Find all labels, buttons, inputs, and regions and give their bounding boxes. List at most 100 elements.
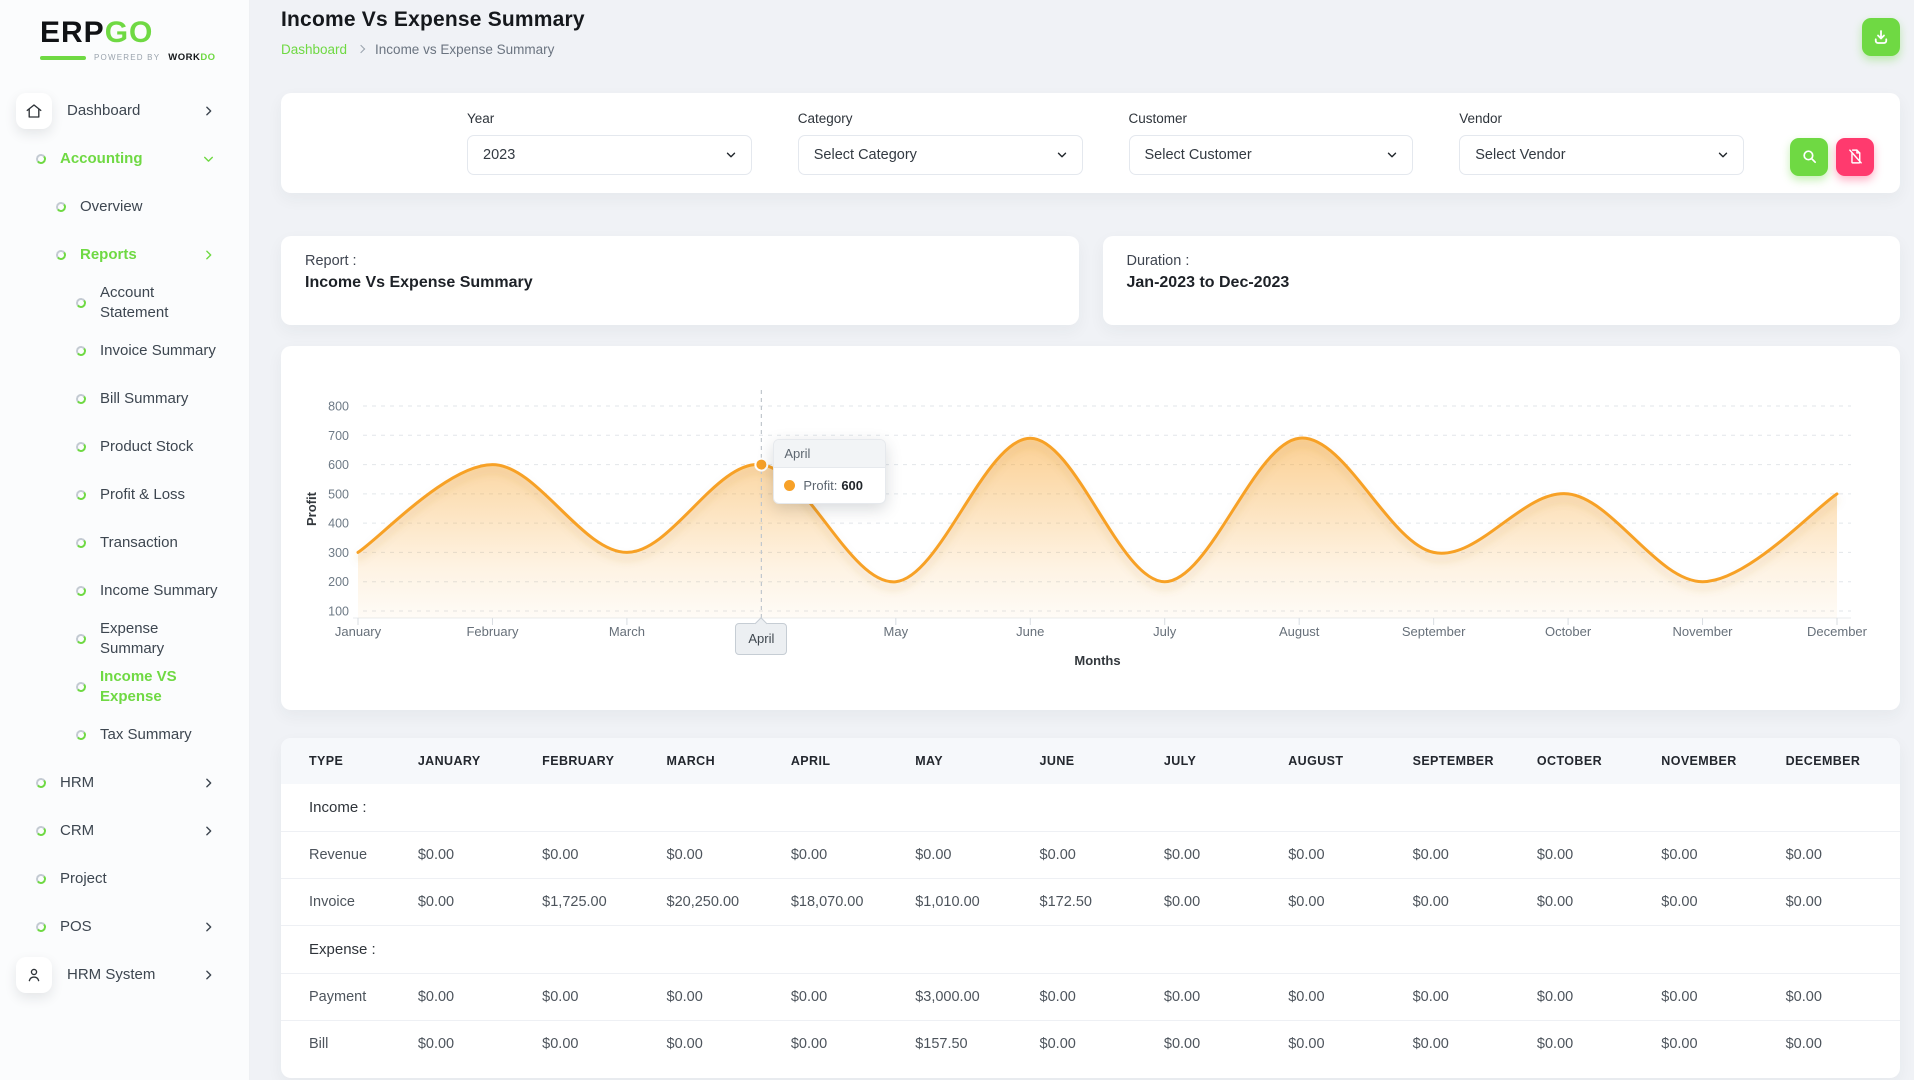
sidebar-nav: Dashboard Accounting Overview Reports Accoun…: [0, 87, 249, 999]
duration-value: Jan-2023 to Dec-2023: [1126, 274, 1290, 291]
table-header-row: TYPE JANUARY FEBRUARY MARCH APRIL MAY JUNE JULY…: [281, 738, 1900, 784]
svg-text:June: June: [1016, 624, 1044, 639]
year-select-value: 2023: [483, 147, 516, 163]
category-label: Category: [797, 111, 853, 126]
amount-cell: $0.00: [532, 831, 657, 879]
sidebar-item-tax-summary[interactable]: Tax Summary: [0, 711, 249, 759]
sidebar-item-label: Expense Summary: [100, 619, 165, 657]
year-label: Year: [467, 111, 495, 126]
sidebar-item-income-vs-expense[interactable]: Income VS Expense: [0, 663, 249, 711]
sidebar-item-bill-summary[interactable]: Bill Summary: [0, 375, 249, 423]
report-value: Income Vs Expense Summary: [305, 274, 533, 291]
chevron-down-icon: [202, 153, 215, 166]
bullet-ring-icon: [35, 153, 47, 165]
powered-by-text: Powered By: [94, 53, 161, 62]
amount-cell: $0.00: [532, 973, 657, 1021]
svg-text:July: July: [1153, 624, 1177, 639]
chart-tooltip-series: Profit:: [803, 477, 838, 493]
sidebar-item-invoice-summary[interactable]: Invoice Summary: [0, 327, 249, 375]
category-select-value: Select Category: [813, 147, 917, 163]
bullet-ring-icon: [55, 201, 67, 213]
amount-cell: $0.00: [1153, 1020, 1279, 1067]
filter-group-customer: Customer Select Customer: [1128, 111, 1414, 175]
workdo-brand: WORKDO: [168, 52, 216, 63]
svg-text:September: September: [1402, 624, 1466, 639]
amount-cell: $0.00: [1029, 831, 1154, 879]
sidebar-item-expense-summary[interactable]: Expense Summary: [0, 615, 249, 663]
amount-cell: $0.00: [1775, 1020, 1900, 1067]
bullet-ring-icon: [75, 585, 87, 597]
amount-cell: $0.00: [1775, 878, 1900, 926]
sidebar-item-pos[interactable]: POS: [0, 903, 249, 951]
sidebar-item-dashboard[interactable]: Dashboard: [0, 87, 249, 135]
sidebar-item-label: Product Stock: [100, 437, 194, 455]
sidebar-item-hrm-system[interactable]: HRM System: [0, 951, 249, 999]
amount-cell: $0.00: [656, 831, 781, 879]
sidebar-item-account-statement[interactable]: Account Statement: [0, 279, 249, 327]
sidebar-item-label: HRM System: [67, 965, 156, 983]
profit-chart-card: 800 700 600 500 400 300 200 100 January February M…: [281, 346, 1900, 710]
amount-cell: $157.50: [905, 1020, 1030, 1067]
sidebar-item-accounting[interactable]: Accounting: [0, 135, 249, 183]
filter-off-icon: [1847, 148, 1864, 165]
logo-text: ERPGO: [40, 16, 154, 49]
bullet-ring-icon: [75, 297, 87, 309]
breadcrumb-dashboard-link[interactable]: Dashboard: [281, 42, 347, 57]
chevron-right-icon: [202, 825, 215, 838]
bullet-ring-icon: [75, 537, 87, 549]
amount-cell: $0.00: [905, 831, 1030, 879]
svg-text:100: 100: [328, 605, 349, 619]
download-button[interactable]: [1862, 18, 1900, 56]
vendor-select[interactable]: Select Vendor: [1459, 135, 1744, 175]
column-header: JULY: [1153, 738, 1279, 784]
apply-filter-button[interactable]: [1790, 137, 1828, 176]
chart-tooltip-body: Profit: 600: [774, 468, 885, 503]
sidebar-item-label: Invoice Summary: [100, 341, 216, 359]
sidebar-item-project[interactable]: Project: [0, 855, 249, 903]
sidebar-item-hrm[interactable]: HRM: [0, 759, 249, 807]
table-row: Invoice $0.00 $1,725.00 $20,250.00 $18,070.0…: [281, 878, 1900, 926]
customer-select-value: Select Customer: [1144, 147, 1252, 163]
table-row: Bill $0.00 $0.00 $0.00 $0.00 $157.50 $0.00 $0.0…: [281, 1020, 1900, 1067]
amount-cell: $0.00: [1526, 878, 1652, 926]
chevron-down-icon: [1716, 148, 1730, 162]
chevron-right-icon: [202, 969, 215, 982]
customer-label: Customer: [1128, 111, 1188, 126]
app-logo[interactable]: ERPGO Powered By WORKDO: [0, 12, 249, 63]
category-select[interactable]: Select Category: [797, 135, 1083, 175]
sidebar-item-income-summary[interactable]: Income Summary: [0, 567, 249, 615]
column-header: DECEMBER: [1775, 738, 1900, 784]
sidebar-item-transaction[interactable]: Transaction: [0, 519, 249, 567]
sidebar-item-label: CRM: [60, 821, 95, 839]
customer-select[interactable]: Select Customer: [1128, 135, 1414, 175]
sidebar-item-label: POS: [60, 917, 92, 935]
column-header: JUNE: [1029, 738, 1154, 784]
sidebar-item-crm[interactable]: CRM: [0, 807, 249, 855]
sidebar-item-overview[interactable]: Overview: [0, 183, 249, 231]
income-expense-table-card: TYPE JANUARY FEBRUARY MARCH APRIL MAY JUNE JULY…: [281, 738, 1900, 1078]
income-expense-table: TYPE JANUARY FEBRUARY MARCH APRIL MAY JUNE JULY…: [281, 738, 1900, 1067]
download-icon: [1872, 28, 1890, 46]
amount-cell: $0.00: [1651, 831, 1776, 879]
sidebar-item-label: Tax Summary: [100, 725, 192, 743]
xaxis-hover-label: April: [735, 623, 788, 655]
amount-cell: $1,010.00: [905, 878, 1030, 926]
amount-cell: $0.00: [780, 973, 906, 1021]
profit-chart-area[interactable]: 800 700 600 500 400 300 200 100 January February M…: [299, 360, 1883, 690]
sidebar-item-profit-loss[interactable]: Profit & Loss: [0, 471, 249, 519]
column-header: MARCH: [656, 738, 781, 784]
amount-cell: $0.00: [1402, 1020, 1527, 1067]
svg-text:300: 300: [328, 546, 349, 560]
chevron-right-icon: [202, 921, 215, 934]
logo-bar: [40, 55, 86, 60]
year-select[interactable]: 2023: [467, 135, 752, 175]
summary-cards: Report : Income Vs Expense Summary Durat…: [281, 236, 1900, 325]
amount-cell: $0.00: [1651, 878, 1776, 926]
sidebar-item-label: Income Summary: [100, 581, 218, 599]
sidebar-item-label: Account Statement: [100, 283, 169, 321]
row-type: Bill: [281, 1020, 408, 1067]
reset-filter-button[interactable]: [1836, 137, 1874, 176]
sidebar-item-product-stock[interactable]: Product Stock: [0, 423, 249, 471]
bullet-ring-icon: [35, 825, 47, 837]
sidebar-item-reports[interactable]: Reports: [0, 231, 249, 279]
